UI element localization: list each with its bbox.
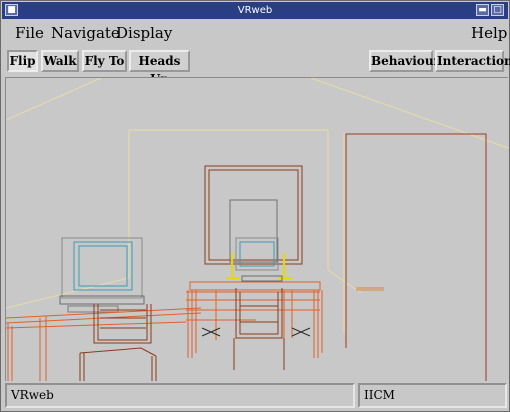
behaviour-button[interactable]: Behaviour [369,50,440,72]
3d-viewport[interactable] [5,77,508,381]
status-left: VRweb [5,383,355,408]
toolbar: Flip Walk Fly To Heads Up Behaviour Inte… [2,47,510,86]
heads-up-button[interactable]: Heads Up [129,50,190,86]
menu-display[interactable]: Display [116,24,172,42]
door-icon [345,133,487,381]
vrweb-window: ■ VRweb ▬ □ File Navigate Display Help F… [0,0,510,412]
whiteboard-icon [204,165,303,265]
room-wireframe [6,78,508,333]
menu-navigate[interactable]: Navigate [51,24,120,42]
monitor-icon [59,237,145,313]
menu-bar: File Navigate Display Help [2,20,508,45]
fly-to-button[interactable]: Fly To [82,50,127,72]
menu-help[interactable]: Help [471,24,507,42]
minimize-icon[interactable]: ▬ [476,4,489,16]
walk-button[interactable]: Walk [41,50,79,72]
maximize-icon[interactable]: □ [491,4,504,16]
title-bar[interactable]: ■ VRweb ▬ □ [2,2,508,19]
flip-button[interactable]: Flip [7,50,38,72]
scene-canvas[interactable] [6,78,508,381]
menu-file[interactable]: File [15,24,44,42]
status-right: IICM [358,383,507,408]
window-title: VRweb [237,5,273,16]
interaction-button[interactable]: Interaction [435,50,510,72]
